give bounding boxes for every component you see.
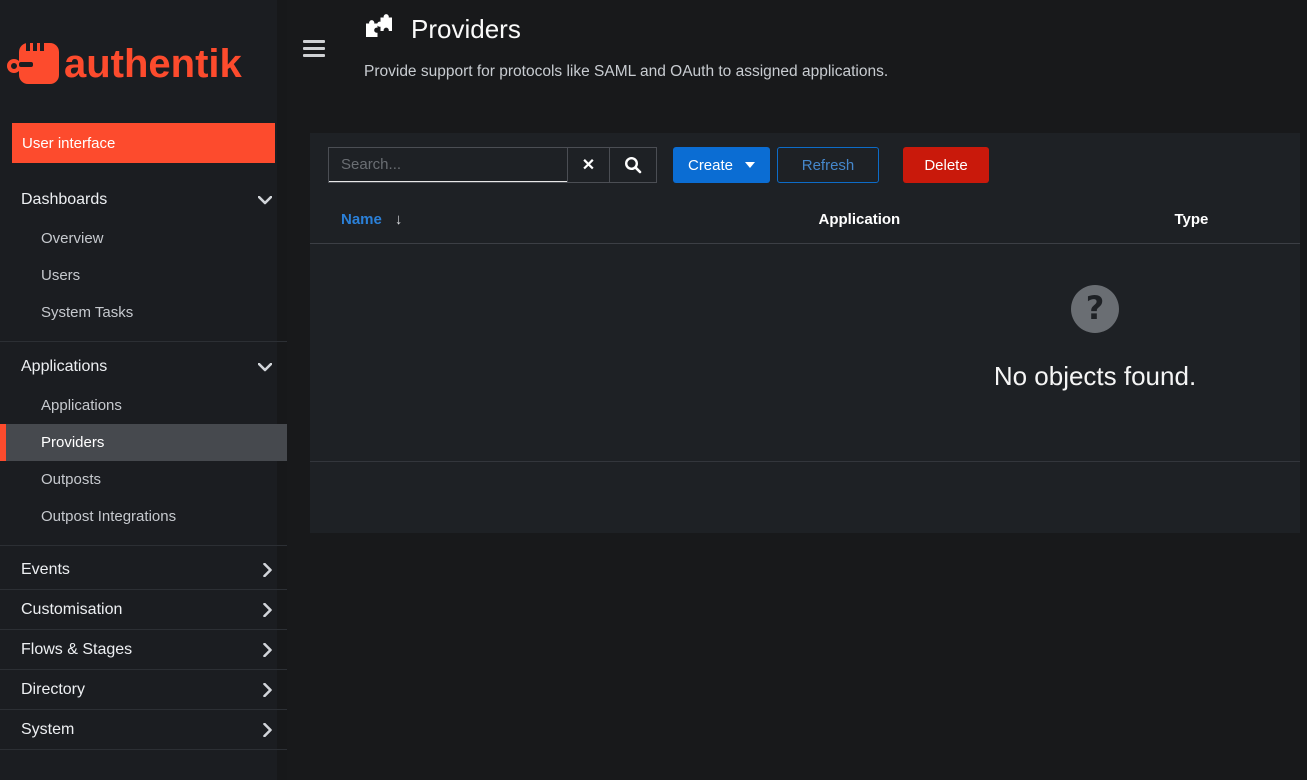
search-input[interactable] (329, 148, 567, 182)
authentik-logo-text: authentik (64, 42, 242, 87)
search-button[interactable] (609, 148, 656, 182)
column-header-application: Application (803, 197, 1159, 243)
sidebar-item-outpost-integrations[interactable]: Outpost Integrations (0, 498, 287, 535)
chevron-right-icon (263, 683, 272, 697)
page-scrollbar[interactable] (1300, 0, 1307, 780)
create-button[interactable]: Create (673, 147, 770, 183)
empty-state: ? No objects found. (935, 285, 1255, 392)
user-interface-button[interactable]: User interface (12, 123, 275, 163)
sort-by-name-button[interactable]: Name ↓ (341, 211, 402, 228)
puzzle-icon (364, 14, 394, 45)
divider (0, 341, 287, 342)
sidebar-section-system[interactable]: System (0, 710, 287, 750)
sidebar-item-system-tasks[interactable]: System Tasks (0, 294, 287, 331)
refresh-button[interactable]: Refresh (777, 147, 879, 183)
caret-down-icon (745, 162, 755, 168)
search-icon (624, 156, 642, 174)
chevron-right-icon (263, 563, 272, 577)
chevron-right-icon (263, 603, 272, 617)
sort-descending-icon: ↓ (395, 211, 403, 228)
chevron-right-icon (263, 723, 272, 737)
sidebar-section-directory[interactable]: Directory (0, 670, 287, 710)
page-title: Providers (411, 13, 521, 46)
section-label: Customisation (21, 601, 122, 619)
pagination-footer (310, 462, 1307, 533)
main-content: Providers Provide support for protocols … (287, 0, 1307, 780)
providers-table: Name ↓ Application Type ? (310, 197, 1307, 462)
hamburger-menu-button[interactable] (303, 40, 325, 57)
chevron-down-icon (258, 363, 272, 372)
authentik-logo[interactable]: authentik (0, 0, 287, 110)
sidebar-item-users[interactable]: Users (0, 257, 287, 294)
providers-card: ✕ Create Refresh Delete (310, 133, 1307, 533)
hamburger-icon (303, 40, 325, 43)
chevron-down-icon (258, 196, 272, 205)
sidebar-section-events[interactable]: Events (0, 550, 287, 590)
sidebar-item-applications[interactable]: Applications (0, 387, 287, 424)
section-label: Flows & Stages (21, 641, 132, 659)
section-label: System (21, 721, 74, 739)
sidebar-nav: Dashboards Overview Users System Tasks A… (0, 180, 287, 750)
sidebar-item-overview[interactable]: Overview (0, 220, 287, 257)
delete-button[interactable]: Delete (903, 147, 989, 183)
sidebar-item-providers[interactable]: Providers (0, 424, 287, 461)
sidebar-section-customisation[interactable]: Customisation (0, 590, 287, 630)
chevron-right-icon (263, 643, 272, 657)
page-header: Providers Provide support for protocols … (364, 13, 888, 81)
question-mark-icon: ? (1071, 285, 1119, 333)
sidebar-section-flows-stages[interactable]: Flows & Stages (0, 630, 287, 670)
section-label: Applications (21, 358, 107, 376)
empty-state-text: No objects found. (935, 361, 1255, 392)
section-label: Dashboards (21, 191, 107, 209)
divider (0, 545, 287, 546)
column-header-type: Type (1158, 197, 1307, 243)
sidebar-item-outposts[interactable]: Outposts (0, 461, 287, 498)
section-label: Events (21, 561, 70, 579)
page-subtitle: Provide support for protocols like SAML … (364, 63, 888, 81)
create-button-label: Create (688, 157, 733, 174)
search-group: ✕ (328, 147, 657, 183)
sidebar-section-dashboards[interactable]: Dashboards (0, 180, 287, 220)
column-header-name: Name ↓ (310, 197, 803, 243)
clear-search-button[interactable]: ✕ (567, 148, 609, 182)
sidebar: authentik User interface Dashboards Over… (0, 0, 287, 780)
section-label: Directory (21, 681, 85, 699)
empty-row: ? No objects found. (310, 243, 1307, 461)
toolbar: ✕ Create Refresh Delete (310, 133, 1307, 197)
close-icon: ✕ (582, 155, 595, 175)
authentik-logo-icon (6, 41, 60, 87)
sidebar-section-applications[interactable]: Applications (0, 347, 287, 387)
